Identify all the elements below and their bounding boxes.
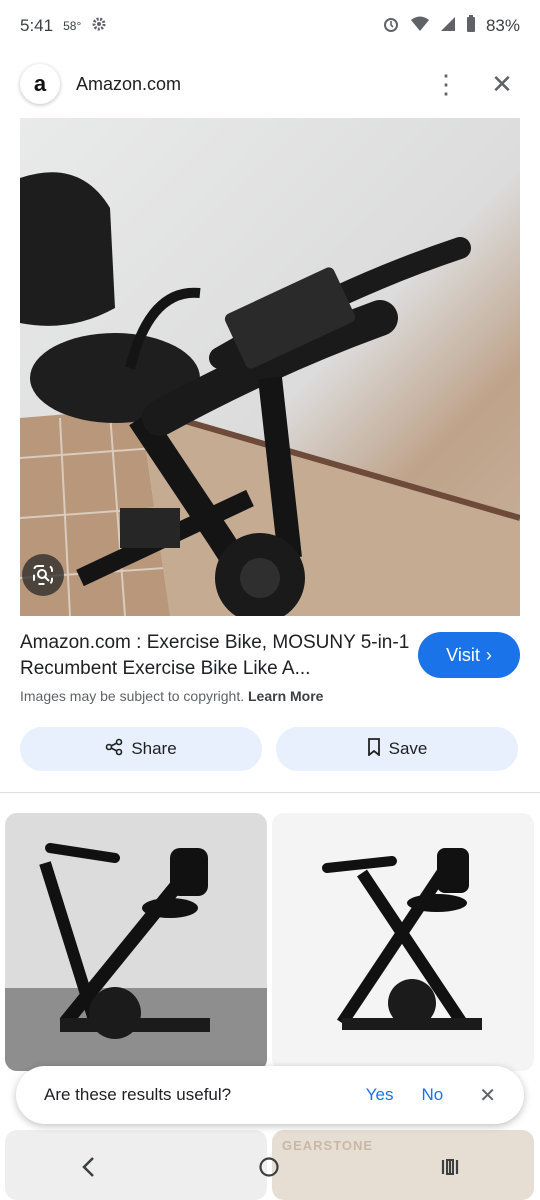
share-label: Share	[131, 739, 177, 758]
page-header: a Amazon.com ⋮ ✕	[0, 52, 540, 116]
copyright-text: Images may be subject to copyright.	[20, 688, 245, 704]
clock: 5:41	[20, 16, 54, 35]
visit-label: Visit	[446, 644, 480, 665]
wifi-icon	[410, 16, 430, 37]
save-label: Save	[388, 739, 428, 758]
gear-icon	[91, 16, 107, 37]
result-title[interactable]: Amazon.com : Exercise Bike, MOSUNY 5-in-…	[20, 630, 410, 682]
system-nav-bar	[0, 1140, 540, 1200]
signal-icon	[440, 16, 456, 37]
battery-level: 83%	[485, 16, 520, 35]
bookmark-icon	[367, 737, 381, 761]
home-icon[interactable]	[258, 1156, 280, 1185]
feedback-toast: Are these results useful? Yes No ✕	[16, 1066, 524, 1124]
learn-more-link[interactable]: Learn More	[248, 688, 323, 704]
close-icon[interactable]: ✕	[484, 66, 520, 102]
site-name[interactable]: Amazon.com	[76, 74, 408, 95]
copyright-notice: Images may be subject to copyright. Lear…	[20, 688, 323, 704]
result-image[interactable]	[20, 118, 520, 616]
chevron-right-icon: ›	[485, 644, 492, 665]
battery-icon	[466, 14, 476, 38]
visit-button[interactable]: Visit ›	[418, 632, 520, 678]
no-button[interactable]: No	[422, 1085, 444, 1105]
share-button[interactable]: Share	[20, 727, 262, 771]
alarm-icon	[382, 15, 400, 38]
save-button[interactable]: Save	[276, 727, 518, 771]
more-options-icon[interactable]: ⋮	[428, 66, 464, 102]
share-icon	[105, 738, 123, 761]
amazon-logo[interactable]: a	[20, 64, 60, 104]
related-image-1[interactable]	[5, 813, 267, 1071]
status-bar: 5:41 58° 83%	[0, 0, 540, 52]
temperature: 58°	[63, 19, 82, 33]
back-icon[interactable]	[79, 1156, 99, 1185]
recents-icon[interactable]	[439, 1156, 461, 1185]
yes-button[interactable]: Yes	[366, 1085, 394, 1105]
section-divider	[0, 792, 540, 793]
lens-search-icon[interactable]	[22, 554, 64, 596]
close-icon[interactable]: ✕	[479, 1083, 496, 1108]
feedback-question: Are these results useful?	[44, 1085, 232, 1104]
related-image-2[interactable]	[272, 813, 534, 1071]
